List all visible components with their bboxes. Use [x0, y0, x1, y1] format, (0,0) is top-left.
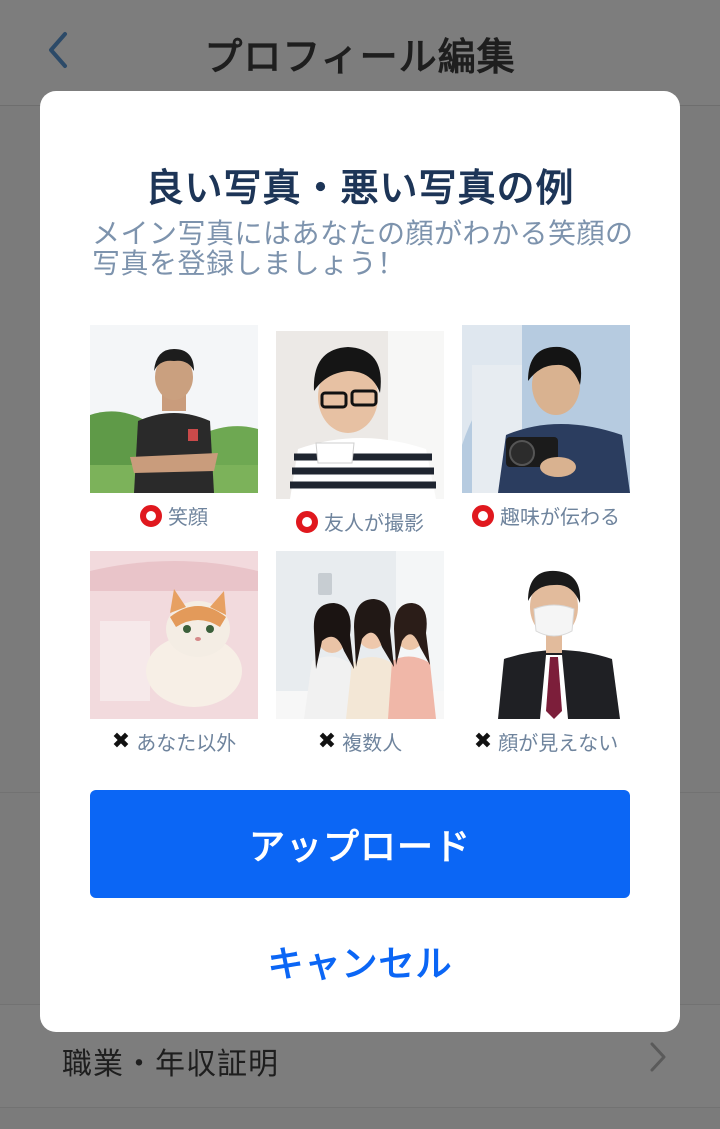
cross-ng-icon: ✖: [473, 728, 493, 754]
example-caption: 趣味が伝わる: [456, 501, 636, 530]
example-photo: [90, 551, 258, 719]
cross-ng-icon: ✖: [111, 728, 131, 754]
example-caption: ✖ あなた以外: [111, 728, 237, 755]
example-photo: [462, 325, 630, 493]
chevron-right-icon: [650, 1042, 666, 1072]
photo-guide-modal: 良い写真・悪い写真の例 メイン写真にはあなたの顔がわかる笑顔の写真を登録しましょ…: [40, 91, 680, 1032]
modal-title: 良い写真・悪い写真の例: [145, 166, 575, 210]
cancel-button[interactable]: キャンセル: [210, 929, 510, 993]
example-caption: ✖ 顔が見えない: [473, 728, 619, 755]
circle-ok-icon: [472, 504, 494, 527]
page-title: プロフィール編集: [204, 35, 516, 79]
example-photo: [462, 551, 630, 719]
example-caption: ✖ 複数人: [317, 728, 403, 755]
circle-ok-icon: [140, 504, 162, 527]
modal-subtitle: メイン写真にはあなたの顔がわかる笑顔の写真を登録しましょう！: [92, 217, 634, 280]
example-photo: [276, 331, 444, 499]
example-caption: 友人が撮影: [270, 507, 450, 536]
circle-ok-icon: [296, 510, 318, 533]
cross-ng-icon: ✖: [317, 728, 337, 754]
example-caption: 笑顔: [84, 501, 264, 530]
example-photo: [276, 551, 444, 719]
example-photo: [90, 325, 258, 493]
upload-button[interactable]: アップロード: [90, 790, 630, 898]
list-item-label: 職業・年収証明: [62, 1047, 279, 1082]
